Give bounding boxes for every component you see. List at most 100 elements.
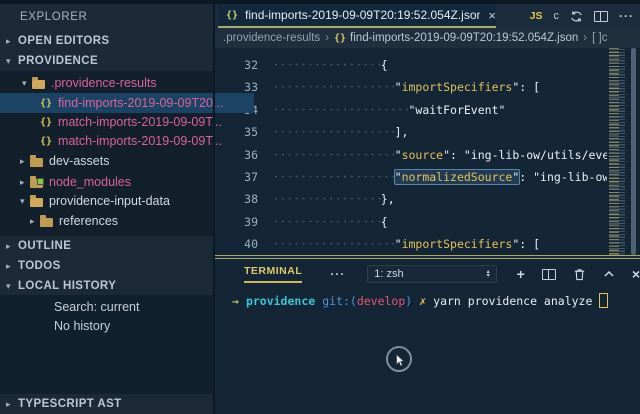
prompt-arrow-icon: → xyxy=(232,294,239,308)
terminal-command: yarn providence analyze xyxy=(433,294,592,308)
new-terminal-icon[interactable]: + xyxy=(517,266,525,282)
chevron-down-icon: ▾ xyxy=(22,78,32,89)
terminal-panel: TERMINAL ··· 1: zsh ▴▾ + xyxy=(214,259,640,414)
explorer-title: EXPLORER xyxy=(0,4,214,30)
code-line: 37 "normalizedSource": "ing-lib-ow xyxy=(214,166,607,188)
chevron-right-icon: ▸ xyxy=(20,156,30,167)
json-braces-icon: {} xyxy=(40,136,52,147)
terminal-prompt-line[interactable]: → providence git:(develop) ✗ yarn provid… xyxy=(232,293,608,308)
editor-scrollbar[interactable] xyxy=(631,48,636,255)
close-panel-icon[interactable]: × xyxy=(632,266,640,282)
code-line: 34 "waitForEvent" xyxy=(214,99,607,121)
json-braces-icon: {} xyxy=(40,98,52,109)
breadcrumb-separator-icon: › xyxy=(583,32,587,44)
git-dirty-icon: ✗ xyxy=(419,294,426,308)
section-outline[interactable]: ▸ OUTLINE xyxy=(0,236,214,256)
explorer-sidebar: EXPLORER ▸ OPEN EDITORS ▾ PROVIDENCE ▾ .… xyxy=(0,0,214,414)
chevron-down-icon: ▾ xyxy=(6,281,18,292)
section-providence[interactable]: ▾ PROVIDENCE xyxy=(0,51,214,71)
js-language-badge[interactable]: JS xyxy=(530,10,543,22)
code-line: 33 "importSpecifiers": [ xyxy=(214,76,607,98)
terminal-actions: + × xyxy=(517,266,640,282)
chevron-down-icon: ▾ xyxy=(6,56,18,67)
breadcrumb: .providence-results › {} find-imports-20… xyxy=(214,28,640,48)
section-open-editors[interactable]: ▸ OPEN EDITORS xyxy=(0,31,214,51)
editor-actions: JS c ··· xyxy=(530,4,634,28)
folder-npm-icon xyxy=(30,179,43,188)
section-todos[interactable]: ▸ TODOS xyxy=(0,256,214,276)
code-line: 32 { xyxy=(214,54,607,76)
local-history-panel: Search: current No history xyxy=(0,295,214,394)
folder-open-icon xyxy=(32,80,45,89)
breadcrumb-separator-icon: › xyxy=(325,32,329,44)
chevron-right-icon: ▸ xyxy=(6,261,18,272)
breadcrumb-symbol[interactable]: [ ]c xyxy=(592,32,607,44)
history-search-row[interactable]: Search: current xyxy=(54,298,139,317)
chevron-right-icon: ▸ xyxy=(6,36,18,47)
chevron-right-icon: ▸ xyxy=(6,399,18,410)
tree-item-label: find-imports-2019-09-09T20... xyxy=(58,96,223,110)
tree-item-node-modules[interactable]: ▸ node_modules xyxy=(0,172,234,192)
tree-item-label: providence-input-data xyxy=(49,194,170,208)
section-label: OUTLINE xyxy=(18,240,71,252)
code-editor[interactable]: 32 { 33 "importSpecifiers": [ 34 "waitFo… xyxy=(214,48,607,255)
tree-item-label: dev-assets xyxy=(49,154,109,168)
tree-item-label: node_modules xyxy=(49,175,131,189)
section-label: OPEN EDITORS xyxy=(18,35,110,47)
shell-select-value: 1: zsh xyxy=(374,268,403,280)
section-local-history[interactable]: ▾ LOCAL HISTORY xyxy=(0,276,214,296)
code-line: 36 "source": "ing-lib-ow/utils/eve xyxy=(214,144,607,166)
tab-terminal[interactable]: TERMINAL xyxy=(244,265,302,283)
tree-item-label: match-imports-2019-09-09T... xyxy=(58,115,222,129)
json-braces-icon: {} xyxy=(226,10,238,21)
terminal-more-icon[interactable]: ··· xyxy=(330,267,345,281)
more-actions-icon[interactable]: ··· xyxy=(619,9,634,23)
terminal-cursor xyxy=(599,293,608,308)
kill-terminal-icon[interactable] xyxy=(573,267,586,281)
tab-bar: {} find-imports-2019-09-09T20:19:52.054Z… xyxy=(214,4,640,28)
code-line: 40 "importSpecifiers": [ xyxy=(214,233,607,255)
vscode-window: EXPLORER ▸ OPEN EDITORS ▾ PROVIDENCE ▾ .… xyxy=(0,0,640,414)
json-braces-icon: {} xyxy=(334,33,346,44)
maximize-panel-icon[interactable] xyxy=(603,268,615,280)
section-label: TODOS xyxy=(18,260,61,272)
tab-title: find-imports-2019-09-09T20:19:52.054Z.js… xyxy=(245,8,480,22)
json-braces-icon: {} xyxy=(40,117,52,128)
section-label: TYPESCRIPT AST xyxy=(18,398,122,410)
tree-item-references[interactable]: ▸ references xyxy=(0,211,244,231)
split-editor-icon[interactable] xyxy=(594,11,608,22)
section-label: LOCAL HISTORY xyxy=(18,280,116,292)
folder-open-icon xyxy=(30,198,43,207)
tree-item-label: .providence-results xyxy=(51,76,157,90)
terminal-shell-select[interactable]: 1: zsh ▴▾ xyxy=(367,265,496,283)
folder-icon xyxy=(30,158,43,167)
mouse-click-indicator xyxy=(386,346,412,372)
section-typescript-ast[interactable]: ▸ TYPESCRIPT AST xyxy=(0,394,214,414)
prompt-git-branch: git:(develop) xyxy=(322,294,412,308)
chevron-down-icon: ▾ xyxy=(20,196,30,207)
close-tab-icon[interactable]: × xyxy=(488,8,496,23)
tree-item-providence-results[interactable]: ▾ .providence-results xyxy=(0,73,236,93)
tree-item-dev-assets[interactable]: ▸ dev-assets xyxy=(0,151,234,171)
sidebar-editor-divider[interactable] xyxy=(213,0,215,414)
breadcrumb-folder[interactable]: .providence-results xyxy=(223,32,320,44)
section-label: PROVIDENCE xyxy=(18,55,98,67)
sync-icon[interactable] xyxy=(570,10,583,23)
prompt-directory: providence xyxy=(246,294,315,308)
split-terminal-icon[interactable] xyxy=(542,269,556,280)
tree-item-providence-input-data[interactable]: ▾ providence-input-data xyxy=(0,191,234,211)
word-highlight: "normalizedSource" xyxy=(394,169,521,185)
window-top-edge xyxy=(0,0,640,4)
tree-item-find-imports[interactable]: {} find-imports-2019-09-09T20... xyxy=(0,93,254,113)
terminal-header: TERMINAL ··· 1: zsh ▴▾ + xyxy=(214,262,640,286)
c-badge[interactable]: c xyxy=(554,10,560,22)
tab-find-imports-json[interactable]: {} find-imports-2019-09-09T20:19:52.054Z… xyxy=(218,4,496,28)
history-empty-row: No history xyxy=(54,317,110,336)
minimap[interactable] xyxy=(607,48,629,255)
chevron-right-icon: ▸ xyxy=(30,216,40,227)
breadcrumb-file[interactable]: find-imports-2019-09-09T20:19:52.054Z.js… xyxy=(350,32,578,44)
mouse-cursor-icon xyxy=(396,354,405,367)
tree-item-match-imports-1[interactable]: {} match-imports-2019-09-09T... xyxy=(0,112,254,132)
tree-item-match-imports-2[interactable]: {} match-imports-2019-09-09T... xyxy=(0,131,254,151)
code-line: 39 { xyxy=(214,211,607,233)
